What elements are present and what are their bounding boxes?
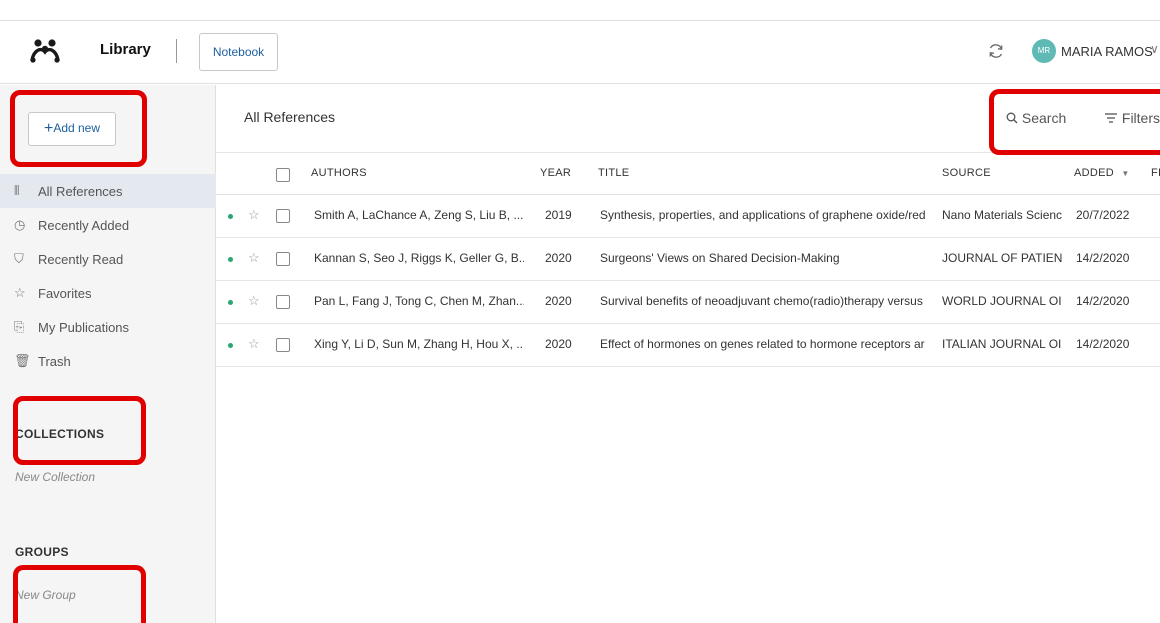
cell-year: 2020 (545, 251, 572, 265)
highlight-collections (13, 396, 146, 465)
trash-icon: 🗑 (14, 353, 31, 368)
bookmark-icon: ⛉ (14, 251, 24, 266)
mendeley-logo-icon[interactable] (30, 38, 60, 64)
sidebar-item-label: Trash (38, 353, 71, 369)
clock-icon: ◷ (14, 217, 26, 232)
sidebar-item-favorites[interactable]: ☆ Favorites (0, 276, 216, 310)
top-bar: Library Notebook MR MARIA RAMOS ∨ (0, 20, 1160, 84)
cell-source: JOURNAL OF PATIEN (942, 251, 1063, 265)
cell-added: 14/2/2020 (1076, 294, 1130, 308)
sidebar-item-label: Recently Read (38, 251, 124, 267)
sync-icon[interactable] (987, 42, 1005, 60)
sidebar-item-my-publications[interactable]: ⎘ My Publications (0, 310, 216, 344)
cell-title: Survival benefits of neoadjuvant chemo(r… (600, 294, 923, 308)
cell-added: 14/2/2020 (1076, 251, 1130, 265)
row-checkbox[interactable] (276, 209, 290, 223)
sidebar-item-label: All References (38, 183, 123, 199)
unread-dot-icon (228, 257, 233, 262)
unread-dot-icon (228, 300, 233, 305)
unread-dot-icon (228, 214, 233, 219)
column-header-source[interactable]: SOURCE (942, 167, 991, 179)
column-header-added-label: ADDED (1074, 167, 1115, 179)
cell-added: 14/2/2020 (1076, 337, 1130, 351)
row-checkbox[interactable] (276, 295, 290, 309)
cell-title: Effect of hormones on genes related to h… (600, 337, 925, 351)
highlight-groups (13, 565, 146, 623)
column-header-authors[interactable]: AUTHORS (311, 167, 367, 179)
column-header-file[interactable]: FI (1151, 167, 1160, 179)
column-header-year[interactable]: YEAR (540, 167, 571, 179)
publication-icon: ⎘ (14, 319, 25, 334)
app-title: Library (100, 41, 151, 58)
sidebar-item-all-references[interactable]: ⫴ All References (0, 174, 216, 208)
star-icon[interactable]: ☆ (248, 293, 260, 309)
new-collection-link[interactable]: New Collection (15, 470, 95, 484)
table-row[interactable]: ☆ Smith A, LaChance A, Zeng S, Liu B, ..… (216, 195, 1160, 238)
chevron-down-icon[interactable]: ∨ (1150, 42, 1159, 56)
cell-title: Synthesis, properties, and applications … (600, 208, 926, 222)
star-icon[interactable]: ☆ (248, 250, 260, 266)
cell-authors: Kannan S, Seo J, Riggs K, Geller G, B... (314, 251, 524, 265)
cell-year: 2019 (545, 208, 572, 222)
avatar[interactable]: MR (1032, 39, 1056, 63)
groups-heading: GROUPS (15, 545, 69, 559)
sidebar-item-label: Favorites (38, 285, 92, 301)
star-icon[interactable]: ☆ (248, 336, 260, 352)
cell-source: Nano Materials Scienc (942, 208, 1063, 222)
page-title: All References (244, 109, 336, 125)
table-row[interactable]: ☆ Kannan S, Seo J, Riggs K, Geller G, B.… (216, 238, 1160, 281)
sidebar-item-recently-added[interactable]: ◷ Recently Added (0, 208, 216, 242)
sort-descending-icon: ▼ (1121, 169, 1130, 178)
cell-source: ITALIAN JOURNAL OI (942, 337, 1062, 351)
sidebar-item-trash[interactable]: 🗑 Trash (0, 344, 216, 378)
user-name[interactable]: MARIA RAMOS (1061, 44, 1153, 59)
column-header-added[interactable]: ADDED ▼ (1074, 167, 1130, 179)
highlight-search-filters (989, 89, 1160, 155)
star-icon[interactable]: ☆ (248, 207, 260, 223)
sidebar-item-label: My Publications (38, 319, 130, 335)
notebook-button[interactable]: Notebook (199, 33, 278, 71)
title-divider (176, 39, 177, 63)
cell-authors: Xing Y, Li D, Sun M, Zhang H, Hou X, ... (314, 337, 524, 351)
sidebar-item-recently-read[interactable]: ⛉ Recently Read (0, 242, 216, 276)
cell-year: 2020 (545, 294, 572, 308)
row-checkbox[interactable] (276, 252, 290, 266)
select-all-checkbox[interactable] (276, 168, 290, 182)
cell-added: 20/7/2022 (1076, 208, 1130, 222)
table-row[interactable]: ☆ Pan L, Fang J, Tong C, Chen M, Zhan...… (216, 281, 1160, 324)
cell-authors: Pan L, Fang J, Tong C, Chen M, Zhan... (314, 294, 524, 308)
cell-year: 2020 (545, 337, 572, 351)
table-row[interactable]: ☆ Xing Y, Li D, Sun M, Zhang H, Hou X, .… (216, 324, 1160, 367)
star-icon: ☆ (14, 285, 26, 300)
sidebar-item-label: Recently Added (38, 217, 130, 233)
cell-title: Surgeons' Views on Shared Decision-Makin… (600, 251, 840, 265)
highlight-add-new (10, 90, 147, 167)
unread-dot-icon (228, 343, 233, 348)
library-icon: ⫴ (14, 183, 20, 198)
column-header-title[interactable]: TITLE (598, 167, 629, 179)
row-checkbox[interactable] (276, 338, 290, 352)
cell-authors: Smith A, LaChance A, Zeng S, Liu B, ... (314, 208, 524, 222)
cell-source: WORLD JOURNAL OI (942, 294, 1062, 308)
